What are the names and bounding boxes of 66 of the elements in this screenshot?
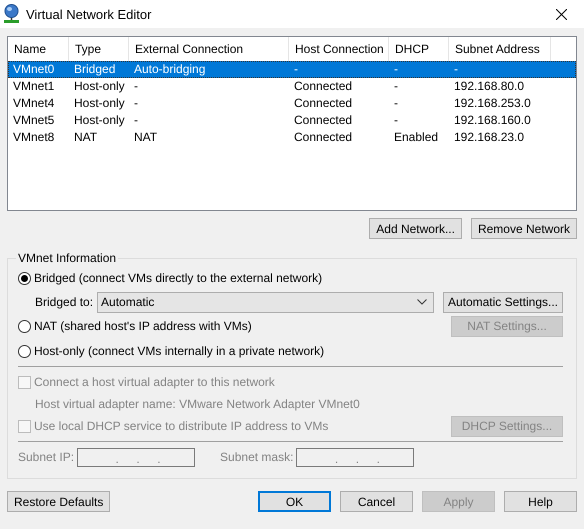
add-network-button[interactable]: Add Network... [369, 218, 462, 239]
table-cell-text: Connected [293, 95, 354, 112]
network-row[interactable]: VMnet8 NAT NAT Connected Enabled 192.168.23.0 [8, 129, 576, 146]
table-cell-text: 192.168.253.0 [453, 95, 532, 112]
adapter-name-text: Host virtual adapter name: VMware Network Adapter VMnet0 [35, 397, 360, 411]
table-cell-text: Connected [293, 112, 354, 129]
table-cell-text: 192.168.80.0 [453, 78, 526, 95]
network-globe-icon [3, 4, 20, 24]
network-row[interactable]: VMnet4 Host-only - Connected - 192.168.253.0 [8, 95, 576, 112]
close-icon[interactable] [556, 8, 566, 20]
restore-defaults-button[interactable]: Restore Defaults [7, 491, 110, 512]
table-cell-text: - [393, 61, 399, 78]
ip-separator: . [334, 452, 338, 466]
table-cell-text: NAT [73, 129, 98, 146]
table-cell-text: - [133, 112, 139, 129]
table-cell-text: Auto-bridging [133, 61, 206, 78]
checkbox-label: Connect a host virtual adapter to this network [34, 375, 275, 389]
radio-button[interactable] [18, 272, 31, 284]
field-label: Bridged to: [35, 295, 94, 309]
table-cell-text: VMnet5 [12, 112, 56, 129]
table-cell-text: - [453, 61, 459, 78]
table-cell-text: 192.168.160.0 [453, 112, 532, 129]
radio-label: Host-only (connect VMs internally in a private network) [34, 344, 324, 358]
chevron-down-icon [416, 299, 427, 305]
field-label: Subnet mask: [220, 450, 294, 464]
checkbox-label: Use local DHCP service to distribute IP address to VMs [34, 419, 328, 433]
automatic-settings-button[interactable]: Automatic Settings... [442, 292, 563, 312]
group-title: VMnet Information [17, 251, 118, 265]
cancel-button[interactable]: Cancel [340, 491, 413, 512]
table-cell-text: Connected [293, 78, 354, 95]
network-row[interactable]: VMnet0 Bridged Auto-bridging - - - [8, 61, 576, 78]
table-cell-text: Bridged [73, 61, 116, 78]
table-cell-text: - [393, 112, 399, 129]
radio-label: Bridged (connect VMs directly to the external network) [34, 271, 322, 285]
table-cell-text: - [393, 95, 399, 112]
table-cell-text: VMnet8 [12, 129, 56, 146]
network-row[interactable]: VMnet1 Host-only - Connected - 192.168.80.0 [8, 78, 576, 95]
ip-separator: . [376, 452, 380, 466]
table-cell-text: Enabled [393, 129, 440, 146]
ip-separator: . [116, 452, 119, 466]
table-cell-text: Connected [293, 129, 354, 146]
field-label: Subnet IP: [18, 450, 74, 464]
table-cell-text: NAT [133, 129, 158, 146]
table-cell-text: - [133, 78, 139, 95]
table-cell-text: Host-only [73, 112, 126, 129]
table-cell-text: - [393, 78, 399, 95]
table-cell-text: 192.168.23.0 [453, 129, 526, 146]
radio-button[interactable] [18, 320, 31, 332]
table-cell-text: Host-only [73, 78, 126, 95]
network-row[interactable]: VMnet5 Host-only - Connected - 192.168.160.0 [8, 112, 576, 129]
ip-separator: . [136, 452, 140, 466]
table-cell-text: - [293, 61, 299, 78]
table-cell-text: VMnet1 [12, 78, 56, 95]
help-button[interactable]: Help [504, 491, 577, 512]
bridged-to-dropdown[interactable]: Automatic [97, 292, 434, 312]
table-cell-text: Host-only [73, 95, 126, 112]
remove-network-button[interactable]: Remove Network [470, 218, 577, 239]
radio-label: NAT (shared host's IP address with VMs) [34, 319, 252, 333]
ip-separator: . [356, 452, 360, 466]
ok-button[interactable]: OK [258, 491, 331, 512]
table-cell-text: VMnet4 [12, 95, 56, 112]
ip-separator: . [157, 452, 161, 466]
table-cell-text: - [133, 95, 139, 112]
table-cell-text: VMnet0 [12, 61, 56, 78]
window-title: Virtual Network Editor [26, 6, 152, 22]
radio-button[interactable] [18, 344, 31, 358]
